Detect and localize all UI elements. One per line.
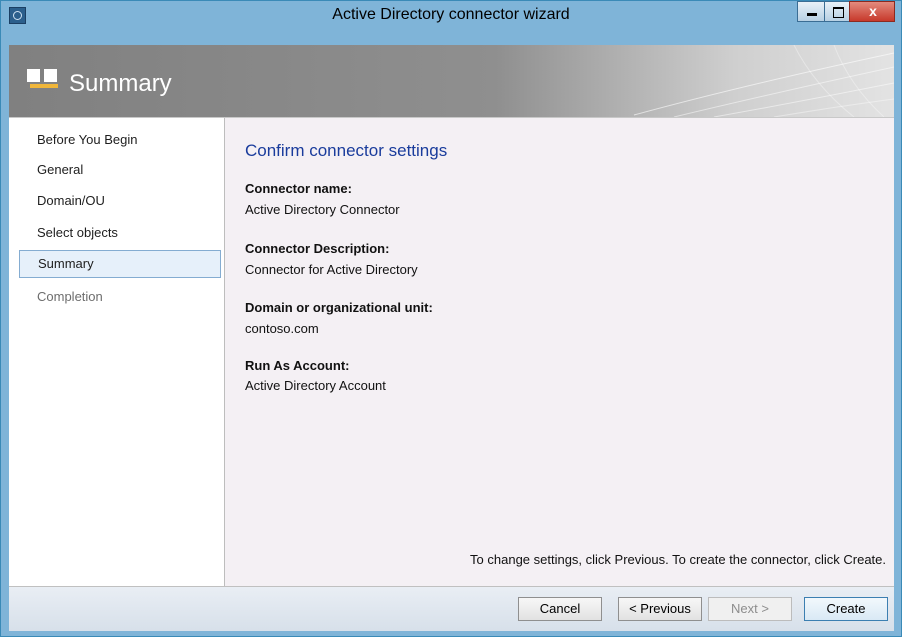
connector-description-value: Connector for Active Directory [245, 262, 418, 277]
next-button: Next > [708, 597, 792, 621]
connector-name-value: Active Directory Connector [245, 202, 400, 217]
maximize-icon [833, 7, 844, 18]
minimize-button[interactable] [797, 1, 825, 22]
minimize-icon [807, 13, 817, 16]
domain-ou-value: contoso.com [245, 321, 319, 336]
create-button[interactable]: Create [804, 597, 888, 621]
header-decoration [633, 45, 894, 117]
maximize-button[interactable] [824, 1, 850, 22]
connector-name-label: Connector name: [245, 181, 352, 196]
window-title: Active Directory connector wizard [332, 6, 570, 23]
run-as-account-value: Active Directory Account [245, 378, 386, 393]
nav-item-before-you-begin[interactable]: Before You Begin [19, 127, 221, 155]
wizard-header: Summary [9, 45, 894, 117]
nav-item-general[interactable]: General [19, 157, 221, 185]
close-button[interactable]: x [849, 1, 895, 22]
summary-content: Confirm connector settings Connector nam… [225, 118, 894, 586]
run-as-account-label: Run As Account: [245, 358, 350, 373]
close-icon: x [869, 3, 877, 19]
wizard-steps-nav: Before You Begin General Domain/OU Selec… [9, 118, 225, 586]
nav-item-completion: Completion [37, 289, 103, 304]
section-heading: Confirm connector settings [245, 141, 448, 160]
domain-ou-label: Domain or organizational unit: [245, 300, 433, 315]
title-bar[interactable]: Active Directory connector wizard x [1, 1, 901, 43]
previous-button[interactable]: < Previous [618, 597, 702, 621]
wizard-footer: Cancel < Previous Next > Create [9, 586, 894, 631]
nav-item-select-objects[interactable]: Select objects [19, 220, 221, 248]
cancel-button[interactable]: Cancel [518, 597, 602, 621]
wizard-window: Active Directory connector wizard x Summ… [0, 0, 902, 637]
wizard-body: Before You Begin General Domain/OU Selec… [9, 117, 894, 586]
nav-item-domain-ou[interactable]: Domain/OU [19, 188, 221, 216]
page-title: Summary [69, 70, 172, 97]
connector-description-label: Connector Description: [245, 241, 390, 256]
wizard-icon [27, 65, 61, 95]
nav-item-summary[interactable]: Summary [19, 250, 221, 278]
instruction-text: To change settings, click Previous. To c… [470, 552, 886, 567]
